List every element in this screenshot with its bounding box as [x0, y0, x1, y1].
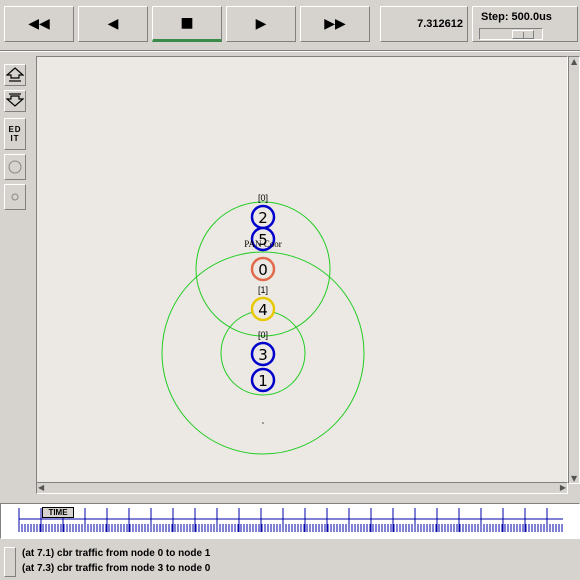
node-id-label: 4	[258, 301, 268, 319]
packet-dot	[262, 422, 264, 424]
event-log: (at 7.1) cbr traffic from node 0 to node…	[0, 543, 580, 580]
node-4[interactable]: 4	[250, 296, 276, 322]
log-line: (at 7.3) cbr traffic from node 3 to node…	[22, 563, 211, 574]
node-queue-label: [0]	[258, 193, 268, 203]
animation-toolbar: ◀◀ ◀ ■ ▶ ▶▶ 7.312612 Step: 500.0us	[0, 0, 580, 48]
stop-button[interactable]: ■	[152, 6, 222, 42]
stop-icon: ■	[180, 15, 194, 31]
node-id-label: 0	[258, 261, 268, 279]
log-line: (at 7.1) cbr traffic from node 0 to node…	[22, 548, 211, 559]
node-queue-label: [0]	[258, 330, 268, 340]
step-back-button[interactable]: ◀	[78, 6, 148, 42]
step-control: Step: 500.0us	[472, 6, 578, 42]
network-canvas[interactable]: 2 [0] 5 0 PAN Coor 4 [1] 3 [0] 1	[36, 56, 568, 486]
step-label: Step: 500.0us	[481, 11, 552, 23]
node-caption: PAN Coor	[244, 239, 281, 249]
timeline-ticks	[18, 508, 563, 532]
node-1[interactable]: 1	[250, 367, 276, 393]
scroll-down-icon[interactable]: ▼	[571, 474, 577, 483]
play-icon: ▶	[255, 16, 267, 32]
step-slider-thumb[interactable]	[512, 30, 534, 39]
edit-label-top: ED	[8, 125, 22, 134]
time-marker[interactable]: TIME	[42, 507, 74, 518]
scroll-up-icon[interactable]: ▲	[571, 57, 577, 66]
node-queue-label: [1]	[258, 285, 268, 295]
rewind-icon: ◀◀	[28, 16, 50, 32]
fast-forward-button[interactable]: ▶▶	[300, 6, 370, 42]
zoom-out-button[interactable]	[4, 90, 26, 112]
time-readout: 7.312612	[380, 6, 468, 42]
node-2[interactable]: 2	[250, 204, 276, 230]
back-icon: ◀	[107, 16, 119, 32]
node-3[interactable]: 3	[250, 341, 276, 367]
circle-icon	[8, 160, 22, 174]
scroll-right-icon[interactable]: ▶	[560, 483, 566, 492]
vertical-scrollbar[interactable]: ▲ ▼	[568, 56, 580, 484]
edit-button[interactable]: ED IT	[4, 118, 26, 150]
zoom-out-icon	[6, 93, 24, 107]
node-tool-button[interactable]	[4, 154, 26, 180]
scroll-left-icon[interactable]: ◀	[38, 483, 44, 492]
fast-forward-icon: ▶▶	[324, 16, 346, 32]
node-id-label: 1	[258, 372, 268, 390]
network-canvas-svg: 2[0]50PAN Coor4[1]3[0]1	[161, 193, 365, 455]
edit-label-bottom: IT	[10, 134, 20, 143]
toolbar-separator	[0, 50, 580, 52]
agent-tool-button[interactable]	[4, 184, 26, 210]
zoom-in-icon	[6, 67, 24, 82]
horizontal-scrollbar[interactable]: ◀ ▶	[36, 482, 568, 494]
node-0[interactable]: 0	[250, 256, 276, 282]
rewind-button[interactable]: ◀◀	[4, 6, 74, 42]
play-button[interactable]: ▶	[226, 6, 296, 42]
node-id-label: 3	[258, 346, 268, 364]
step-slider[interactable]	[479, 28, 543, 40]
node-id-label: 2	[258, 209, 268, 227]
timeline[interactable]	[0, 503, 580, 539]
small-circle-icon	[11, 193, 19, 201]
zoom-in-button[interactable]	[4, 64, 26, 86]
log-resize-handle[interactable]	[4, 547, 16, 577]
